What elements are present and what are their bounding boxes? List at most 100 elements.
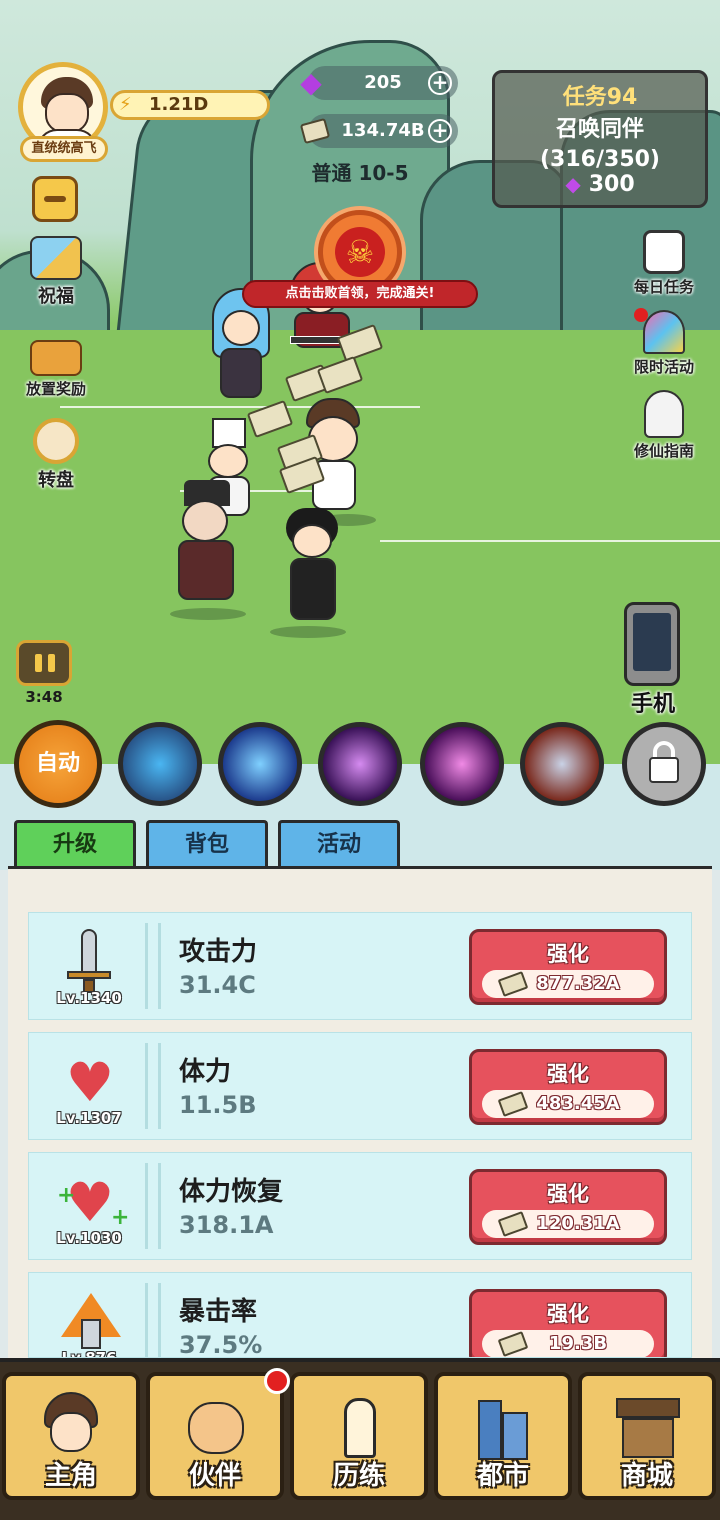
- upgrade-title: 体力: [179, 1057, 232, 1087]
- party-popper-icon: [643, 310, 685, 354]
- row-ornament: [145, 1043, 161, 1129]
- combat-power-bar: ⚡ 1.21D: [110, 90, 270, 120]
- nav-label: 历练: [332, 1461, 385, 1491]
- power-icon: ⚡: [119, 94, 132, 115]
- upgrade-cost-value: 877.32A: [536, 973, 620, 994]
- hero-icon: [40, 1392, 102, 1464]
- nav-label: 伙伴: [188, 1461, 241, 1491]
- upgrade-title: 暴击率: [179, 1297, 258, 1327]
- guide-button[interactable]: 修仙指南: [624, 390, 704, 461]
- sage-icon: [644, 390, 684, 438]
- row-ornament: [145, 1283, 161, 1357]
- stage-label: 普通 10-5: [311, 161, 409, 185]
- add-cash-button[interactable]: +: [428, 119, 452, 143]
- gem-icon: ◆: [565, 172, 581, 196]
- cash-icon: [497, 1211, 529, 1237]
- black-hair-ally: [280, 508, 356, 628]
- lightning-skill-icon[interactable]: [118, 722, 202, 806]
- auto-button[interactable]: 自动: [14, 720, 102, 808]
- pause-button[interactable]: [16, 640, 72, 686]
- upgrade-cost: 19.3B: [482, 1330, 654, 1357]
- limited-event-label: 限时活动: [633, 358, 694, 376]
- cash-counter: 134.74B +: [299, 114, 458, 148]
- quest-progress: (316/350): [540, 147, 660, 172]
- nav-city[interactable]: 都市: [434, 1372, 572, 1500]
- nav-training[interactable]: 历练: [290, 1372, 428, 1500]
- guide-label: 修仙指南: [633, 442, 694, 460]
- nav-shop[interactable]: 商城: [578, 1372, 716, 1500]
- upgrade-button[interactable]: 强化 19.3B: [469, 1289, 667, 1357]
- upgrade-cost-value: 19.3B: [548, 1333, 608, 1354]
- quest-panel[interactable]: 任务94 召唤同伴 (316/350) ◆ 300: [492, 70, 708, 208]
- gem-counter: ◆ 205 +: [300, 66, 458, 100]
- collapse-menu-button[interactable]: [32, 176, 78, 222]
- vortex-skill-icon[interactable]: [318, 722, 402, 806]
- idle-reward-button[interactable]: 放置奖励: [16, 340, 96, 399]
- upgrade-row-regen: ♥ + + Lv.1030 体力恢复 318.1A 强化 120.31A: [28, 1152, 692, 1260]
- upgrade-level: Lv.1030: [56, 1229, 122, 1247]
- quest-reward-value: 300: [588, 172, 635, 197]
- upgrade-cost: 877.32A: [482, 970, 654, 998]
- player-name: 直统统高飞: [20, 136, 108, 162]
- blessing-icon: [30, 236, 82, 280]
- cash-value: 134.74B: [341, 120, 425, 141]
- shop-icon: [616, 1392, 680, 1464]
- upgrade-value: 318.1A: [179, 1211, 274, 1239]
- city-icon: [472, 1392, 534, 1464]
- upgrade-value: 31.4C: [179, 971, 256, 999]
- quest-title: 任务94: [562, 85, 638, 110]
- upgrade-button[interactable]: 强化 877.32A: [469, 929, 667, 1005]
- phone-icon[interactable]: [624, 602, 680, 686]
- gem-icon: ◆: [300, 66, 322, 99]
- nav-hero[interactable]: 主角: [2, 1372, 140, 1500]
- upgrade-row-stamina: ♥ Lv.1307 体力 11.5B 强化 483.45A: [28, 1032, 692, 1140]
- cash-icon: [497, 971, 529, 997]
- upgrade-title: 体力恢复: [179, 1177, 284, 1207]
- cash-icon: [497, 1331, 529, 1357]
- combat-power-value: 1.21D: [149, 94, 209, 115]
- gem-value: 205: [364, 72, 402, 93]
- upgrade-level: Lv.1307: [56, 1109, 122, 1127]
- elder-ally: [164, 480, 250, 610]
- notification-dot: [634, 308, 648, 322]
- stage-timer: 3:48: [25, 688, 63, 706]
- upgrade-cost-value: 483.45A: [536, 1093, 620, 1114]
- comet-skill-icon[interactable]: [218, 722, 302, 806]
- upgrade-button-label: 强化: [547, 942, 589, 966]
- partner-cat-icon: [184, 1392, 246, 1464]
- upgrade-title: 攻击力: [179, 937, 258, 967]
- upgrade-cost: 120.31A: [482, 1210, 654, 1238]
- upgrade-button-label: 强化: [547, 1182, 589, 1206]
- upgrade-cost: 483.45A: [482, 1090, 654, 1118]
- blessing-button[interactable]: 祝福: [24, 236, 88, 308]
- locked-skill-slot: [622, 722, 706, 806]
- daily-tasks-button[interactable]: 每日任务: [624, 230, 704, 297]
- tab-backpack[interactable]: 背包: [146, 820, 268, 866]
- tab-activity[interactable]: 活动: [278, 820, 400, 866]
- wheel-label: 转盘: [38, 470, 74, 491]
- boss-hint-banner[interactable]: 点击击败首领，完成通关!: [242, 280, 478, 308]
- daily-tasks-label: 每日任务: [633, 278, 694, 296]
- add-gems-button[interactable]: +: [428, 71, 452, 95]
- demon-skull-icon: ☠: [335, 227, 385, 277]
- cash-icon: [497, 1091, 529, 1117]
- nav-label: 商城: [620, 1461, 673, 1491]
- checklist-icon: [643, 230, 685, 274]
- wheel-button[interactable]: 转盘: [24, 418, 88, 492]
- nav-partner[interactable]: 伙伴: [146, 1372, 284, 1500]
- upgrade-level: Lv.1340: [56, 989, 122, 1007]
- upgrade-button[interactable]: 强化 483.45A: [469, 1049, 667, 1125]
- heart-plus-icon: ♥ + +: [57, 1171, 130, 1234]
- tab-upgrade[interactable]: 升级: [14, 820, 136, 866]
- nav-label: 主角: [44, 1461, 97, 1491]
- upgrade-button[interactable]: 强化 120.31A: [469, 1169, 667, 1245]
- training-icon: [328, 1392, 390, 1464]
- beast-skill-icon[interactable]: [520, 722, 604, 806]
- upgrade-button-label: 强化: [547, 1302, 589, 1326]
- idle-reward-label: 放置奖励: [25, 380, 86, 398]
- slash-skill-icon[interactable]: [420, 722, 504, 806]
- upgrade-row-crit: Lv.876 暴击率 37.5% 强化 19.3B: [28, 1272, 692, 1358]
- row-ornament: [145, 1163, 161, 1249]
- nav-label: 都市: [476, 1461, 529, 1491]
- quest-name: 召唤同伴: [555, 117, 644, 142]
